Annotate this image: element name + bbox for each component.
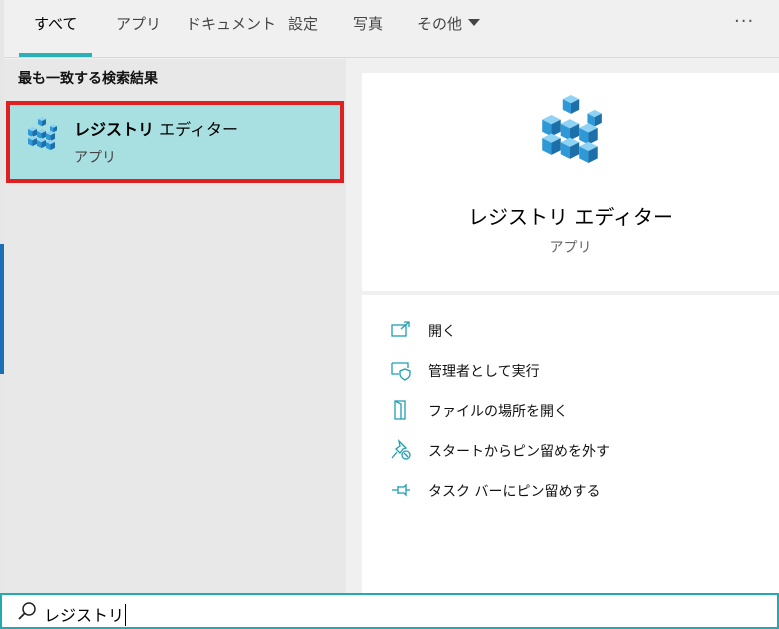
active-tab-indicator bbox=[19, 53, 93, 57]
action-open-file-location[interactable]: ファイルの場所を開く bbox=[390, 397, 750, 425]
detail-pane: レジストリ エディター アプリ 開く 管理者として実行 ファイルの場所を開く ス… bbox=[362, 73, 779, 593]
more-options-button[interactable]: ··· bbox=[734, 0, 754, 48]
tab-all[interactable]: すべて bbox=[19, 0, 93, 58]
registry-editor-icon bbox=[28, 117, 57, 151]
filter-tabs: すべて アプリ ドキュメント 設定 写真 その他 ··· bbox=[4, 0, 779, 58]
search-input[interactable]: レジストリ bbox=[44, 602, 127, 628]
chevron-down-icon bbox=[468, 19, 481, 26]
tab-photos[interactable]: 写真 bbox=[353, 0, 383, 58]
action-unpin-start[interactable]: スタートからピン留めを外す bbox=[390, 437, 750, 465]
best-match-result[interactable]: レジストリ エディター アプリ bbox=[6, 101, 344, 183]
section-title: 最も一致する検索結果 bbox=[18, 71, 158, 87]
tab-apps[interactable]: アプリ bbox=[116, 0, 161, 58]
tab-documents[interactable]: ドキュメント bbox=[186, 0, 276, 58]
detail-subtitle: アプリ bbox=[549, 240, 592, 256]
run-as-admin-icon bbox=[391, 362, 411, 381]
action-open[interactable]: 開く bbox=[390, 317, 750, 345]
search-icon bbox=[18, 602, 36, 620]
pin-taskbar-icon bbox=[392, 483, 410, 497]
action-pin-taskbar[interactable]: タスク バーにピン留めする bbox=[390, 477, 750, 505]
search-panel: すべて アプリ ドキュメント 設定 写真 その他 ··· 最も一致する検索結果 … bbox=[4, 0, 779, 593]
detail-title: レジストリ エディター bbox=[468, 205, 673, 229]
file-location-icon bbox=[394, 400, 406, 420]
result-name: レジストリ エディター bbox=[74, 120, 238, 139]
action-list: 開く 管理者として実行 ファイルの場所を開く スタートからピン留めを外す タスク… bbox=[362, 295, 779, 593]
result-type: アプリ bbox=[74, 150, 116, 166]
registry-editor-icon bbox=[542, 95, 602, 164]
unpin-start-icon bbox=[391, 439, 411, 460]
results-list: 最も一致する検索結果 レジストリ エディター アプリ bbox=[4, 59, 346, 593]
text-cursor bbox=[125, 603, 127, 626]
tab-more-categories[interactable]: その他 bbox=[417, 0, 481, 58]
action-run-as-admin[interactable]: 管理者として実行 bbox=[390, 357, 750, 385]
open-icon bbox=[391, 321, 410, 337]
tab-settings[interactable]: 設定 bbox=[288, 0, 318, 58]
search-box[interactable]: レジストリ bbox=[0, 593, 779, 629]
detail-header: レジストリ エディター アプリ bbox=[362, 73, 779, 291]
